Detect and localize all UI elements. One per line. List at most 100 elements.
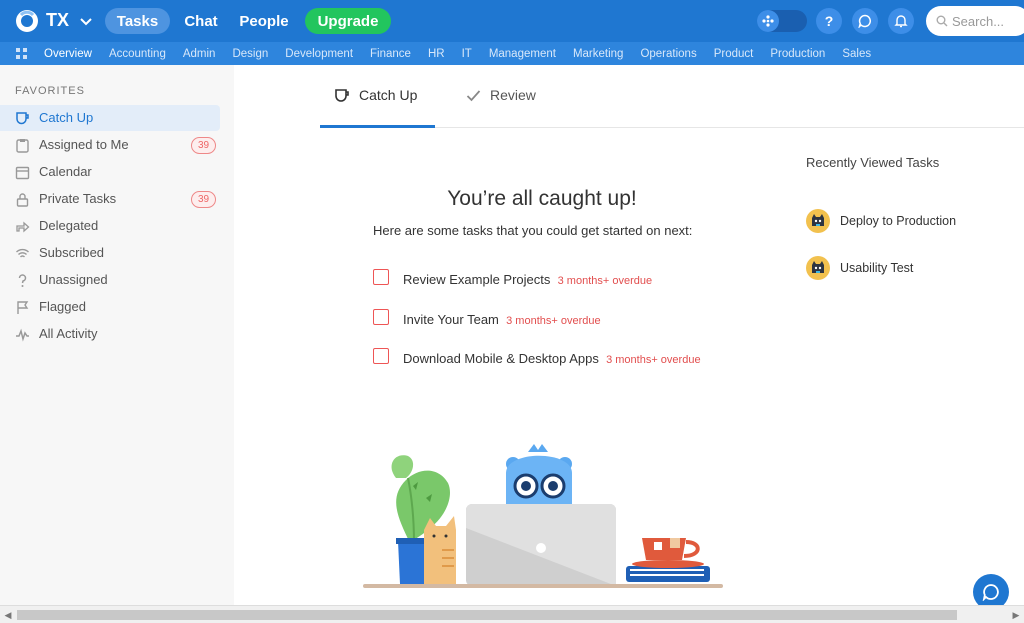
sidebar-item-label: Assigned to Me	[39, 137, 129, 152]
tab-label: Catch Up	[359, 87, 418, 103]
tab-review[interactable]: Review	[466, 87, 536, 103]
search-placeholder: Search...	[952, 13, 1005, 29]
question-icon	[18, 274, 27, 287]
subnav-item-product[interactable]: Product	[714, 48, 754, 60]
sidebar-item-label: Private Tasks	[39, 191, 117, 206]
chat-bubble-icon	[858, 14, 871, 28]
nav-tasks[interactable]: Tasks	[105, 8, 170, 34]
recent-task-item[interactable]: Deploy to Production	[806, 209, 956, 233]
upgrade-button[interactable]: Upgrade	[305, 8, 391, 34]
dots-icon	[762, 15, 774, 27]
help-button[interactable]: ?	[816, 8, 842, 34]
subnav-item-it[interactable]: IT	[462, 48, 472, 60]
view-tabs: Catch Up Review	[320, 65, 1024, 128]
subnav-item-accounting[interactable]: Accounting	[109, 48, 166, 60]
chat-bubble-icon	[982, 584, 999, 601]
cup-icon	[335, 88, 349, 102]
overdue-label: 3 months+ overdue	[506, 315, 601, 327]
check-icon	[466, 89, 481, 101]
task-title[interactable]: Download Mobile & Desktop Apps	[403, 351, 599, 366]
subnav-item-marketing[interactable]: Marketing	[573, 48, 624, 60]
overdue-label: 3 months+ overdue	[557, 275, 653, 287]
subnav-item-overview[interactable]: Overview	[44, 48, 92, 60]
subnav-item-development[interactable]: Development	[285, 48, 353, 60]
sidebar-item-label: Delegated	[39, 218, 99, 233]
bell-icon	[894, 15, 908, 28]
sidebar-item-label: Catch Up	[39, 110, 94, 125]
mode-toggle[interactable]	[757, 10, 807, 32]
horizontal-scrollbar[interactable]: ◀ ▶	[0, 605, 1024, 623]
search-icon	[936, 15, 948, 27]
task-title[interactable]: Review Example Projects	[403, 272, 550, 287]
avatar	[806, 256, 830, 280]
task-title[interactable]: Invite Your Team	[403, 312, 499, 327]
delegate-icon	[16, 221, 30, 233]
scroll-left-icon[interactable]: ◀	[3, 610, 13, 620]
toggle-knob	[757, 10, 779, 32]
workspace-name[interactable]: TX	[46, 10, 69, 31]
nav-chat[interactable]: Chat	[178, 8, 224, 34]
count-badge: 39	[191, 137, 216, 154]
notifications-button[interactable]	[888, 8, 914, 34]
activity-icon	[16, 328, 29, 342]
subnav-item-operations[interactable]: Operations	[640, 48, 696, 60]
favorites-heading: FAVORITES	[15, 85, 85, 97]
sidebar-item-label: Subscribed	[39, 245, 105, 260]
chevron-down-icon[interactable]	[79, 14, 93, 28]
subnav-item-sales[interactable]: Sales	[842, 48, 871, 60]
task-checkbox[interactable]	[373, 348, 389, 364]
sidebar-item-label: Flagged	[39, 299, 86, 314]
subnav-item-production[interactable]: Production	[770, 48, 825, 60]
sidebar-item-delegated[interactable]: Delegated	[0, 213, 220, 239]
logo-icon[interactable]	[14, 9, 40, 33]
team-subnav: Overview Accounting Admin Design Development…	[0, 42, 1024, 65]
overdue-label: 3 months+ overdue	[606, 354, 701, 366]
sidebar-item-private-tasks[interactable]: Private Tasks 39	[0, 186, 220, 212]
tab-label: Review	[490, 87, 536, 103]
sidebar-item-unassigned[interactable]: Unassigned	[0, 267, 220, 293]
recent-tasks-heading: Recently Viewed Tasks	[806, 155, 940, 170]
help-icon: ?	[824, 13, 834, 29]
nav-people[interactable]: People	[234, 8, 294, 34]
recent-task-item[interactable]: Usability Test	[806, 256, 913, 280]
sidebar-item-subscribed[interactable]: Subscribed	[0, 240, 220, 266]
caught-up-illustration	[363, 444, 723, 588]
task-checkbox[interactable]	[373, 269, 389, 285]
recent-task-title: Deploy to Production	[840, 214, 957, 228]
sidebar-item-flagged[interactable]: Flagged	[0, 294, 220, 320]
grid-icon[interactable]	[16, 48, 27, 59]
sidebar-item-assigned-to-me[interactable]: Assigned to Me 39	[0, 132, 220, 158]
active-tab-indicator	[320, 125, 435, 128]
scrollbar-thumb[interactable]	[17, 610, 957, 620]
wifi-icon	[16, 248, 29, 258]
lock-icon	[16, 193, 29, 207]
subnav-item-hr[interactable]: HR	[428, 48, 445, 60]
sidebar-item-all-activity[interactable]: All Activity	[0, 321, 220, 347]
avatar	[806, 209, 830, 233]
flag-icon	[17, 301, 29, 314]
cup-icon	[16, 112, 29, 125]
sidebar-item-label: All Activity	[39, 326, 98, 341]
subnav-item-finance[interactable]: Finance	[370, 48, 411, 60]
subnav-items: Overview Accounting Admin Design Development…	[44, 42, 888, 65]
subnav-item-management[interactable]: Management	[489, 48, 556, 60]
sidebar-item-label: Calendar	[39, 164, 92, 179]
subnav-item-admin[interactable]: Admin	[183, 48, 216, 60]
scroll-right-icon[interactable]: ▶	[1011, 610, 1021, 620]
search-input[interactable]: Search...	[926, 6, 1024, 36]
recent-task-title: Usability Test	[840, 261, 914, 275]
calendar-icon	[15, 166, 30, 180]
sidebar-item-calendar[interactable]: Calendar	[0, 159, 220, 185]
top-bar: TX Tasks Chat People Upgrade ? Search...	[0, 0, 1024, 42]
sidebar-item-catch-up[interactable]: Catch Up	[0, 105, 220, 131]
sidebar: FAVORITES Catch Up Assigned to Me 39 Calend…	[0, 65, 234, 605]
clipboard-icon	[16, 139, 29, 153]
suggestion-text: Here are some tasks that you could get s…	[373, 223, 693, 238]
tab-catch-up[interactable]: Catch Up	[334, 87, 417, 103]
chat-button[interactable]	[852, 8, 878, 34]
sidebar-item-label: Unassigned	[39, 272, 108, 287]
subnav-item-design[interactable]: Design	[232, 48, 268, 60]
caught-up-heading: You’re all caught up!	[447, 187, 637, 210]
task-checkbox[interactable]	[373, 309, 389, 325]
count-badge: 39	[191, 191, 216, 208]
